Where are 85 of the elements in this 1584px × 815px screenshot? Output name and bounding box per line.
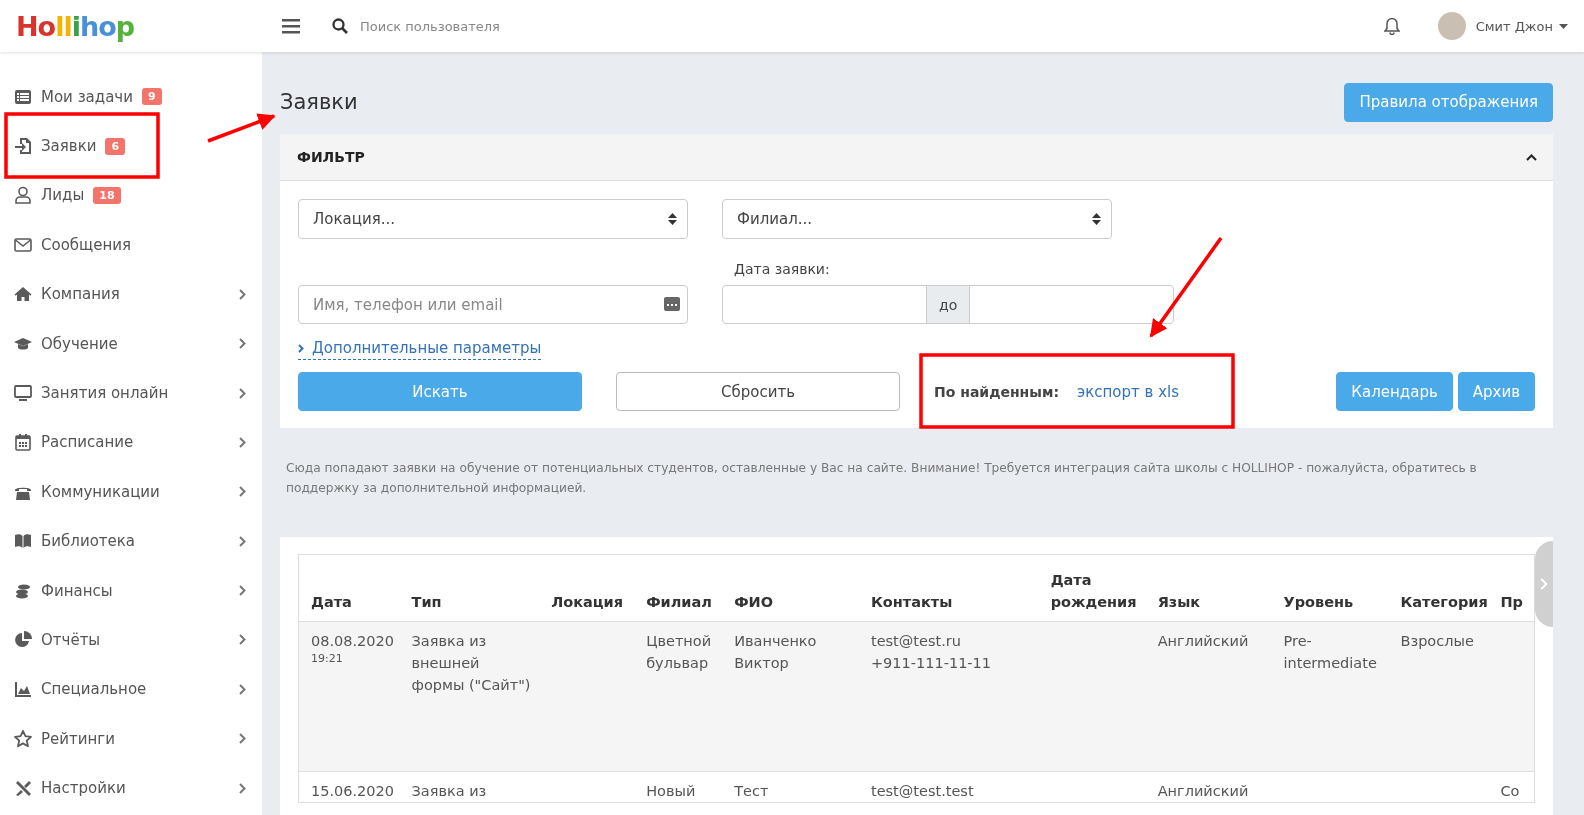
area-icon [14,680,32,699]
search-icon[interactable] [332,18,348,34]
sidebar-item[interactable]: Финансы [0,565,262,616]
table-cell-text: test@test.test [870,782,975,801]
table-cell-text: Взрослые [1400,632,1475,651]
sort-arrows-icon [1092,212,1101,226]
sidebar-item[interactable]: Заявки 6 [0,121,262,171]
more-parameters-link[interactable]: Дополнительные параметры [298,339,542,360]
menu-icon[interactable] [282,18,300,34]
sort-arrows-icon [668,212,677,226]
branch-select[interactable]: Филиал... [722,199,1112,239]
table-cell-text: Заявка из [411,782,488,801]
export-label: По найденным: [934,383,1059,400]
bell-icon[interactable] [1383,17,1400,35]
sidebar-item[interactable]: Лиды 18 [0,170,262,221]
table-cell-text: Английский [1157,632,1250,651]
location-select[interactable]: Локация... [298,199,688,239]
star-icon [14,729,32,748]
table-cell-text: Pre-intermediate [1283,632,1378,673]
caret-icon[interactable] [1559,23,1568,29]
chevron-up-icon[interactable] [1526,153,1537,161]
column-header[interactable]: Пр [1494,554,1535,622]
table-cell-text: Заявка из внешней формы ("Сайт") [411,632,532,695]
table-cell-text: 15.06.2020 [311,782,396,801]
reset-button[interactable]: Сбросить [616,372,900,411]
book-icon [14,532,32,551]
user-name[interactable]: Смит Джон [1475,18,1553,34]
request-icon [14,137,32,156]
table-cell-text: Со [1500,782,1521,801]
sidebar-item[interactable]: Рейтинги [0,714,262,764]
table-cell-text: Иванченко Виктор [734,632,818,673]
monitor-icon [14,384,32,403]
sidebar-item[interactable]: Отчёты [0,615,262,665]
logo: Hollihop [15,10,136,42]
chevron-right-icon [298,343,304,353]
date-separator: до [927,285,970,324]
sidebar-item[interactable]: Сообщения [0,220,262,270]
table-cell-text: test@test.ru +911-111-11-11 [870,632,993,673]
count-badge: 6 [105,137,126,155]
count-badge: 9 [142,88,162,106]
date-from-field[interactable] [722,285,927,324]
column-header[interactable]: Уровень [1271,554,1389,622]
table-cell-text: Тест [734,782,770,801]
count-badge: 18 [93,186,121,204]
info-note: Сюда попадают заявки на обучение от потенциальных студентов, оставленные у Вас на сайте. Внимание! Требуется интеграция сайта школы с HOLLIHOP - пожалуйста, обратитесь в поддержку за дополнительной информацией. [286,460,1478,497]
table-row[interactable]: 15.06.2020 Заявка из Новый Тест test@test.test Английский Со [298,771,1535,803]
export-xls-link[interactable]: экспорт в xls [1077,382,1180,401]
sidebar-item[interactable]: Компания [0,269,262,319]
table-cell-text: Цветной бульвар [646,632,713,673]
calendar-icon [14,433,32,452]
pie-icon [14,631,32,649]
sidebar-item[interactable]: Специальное [0,664,262,715]
column-header[interactable]: Дата рождения [1038,554,1146,622]
mail-icon [14,235,32,254]
name-phone-email-field[interactable]: Имя, телефон или email [298,285,688,324]
column-header[interactable]: Дата [298,554,400,622]
sidebar-item[interactable]: Настройки [0,763,262,813]
column-header[interactable]: ФИО [722,554,859,622]
column-header[interactable]: Локация [539,554,635,622]
sidebar-item[interactable]: Мои задачи 9 [0,72,262,122]
sidebar-item[interactable]: Библиотека [0,516,262,566]
arrow [207,113,276,143]
column-header[interactable]: Язык [1145,554,1272,622]
sidebar-item[interactable]: Обучение [0,318,262,369]
page-title: Заявки [280,90,358,114]
sidebar-item[interactable]: Занятия онлайн [0,368,262,418]
column-header[interactable]: Тип [399,554,540,622]
column-header[interactable]: Категория [1388,554,1495,622]
table-row[interactable]: 08.08.2020 19:21 Заявка из внешней формы ("Сайт") Цветной бульвар Иванченко Виктор test@test.ru +911-111-11-11 Английский Pre-intermediate Взрослые [298,621,1535,772]
table-cell-text: 08.08.2020 19:21 [311,632,396,666]
column-header[interactable]: Контакты [858,554,1039,622]
tools-icon [14,779,32,798]
list-icon [14,87,32,106]
home-icon [14,285,32,304]
sidebar-item[interactable]: Коммуникации [0,467,262,517]
filter-title: ФИЛЬТР [297,149,365,165]
table-cell-text: Английский [1157,782,1250,801]
column-header[interactable]: Филиал [634,554,723,622]
chevron-right-icon [1540,577,1548,591]
date-to-field[interactable] [969,285,1175,324]
sidebar-item[interactable]: Расписание [0,417,262,468]
user-icon [14,186,32,205]
card-icon [664,297,680,311]
date-label: Дата заявки: [733,260,831,279]
table-cell-text: Новый [646,782,697,801]
